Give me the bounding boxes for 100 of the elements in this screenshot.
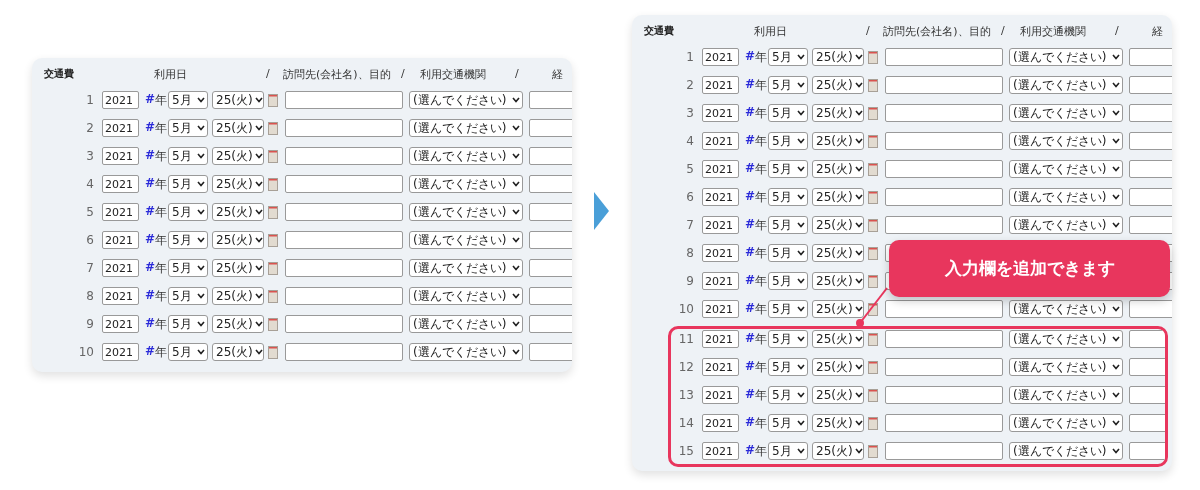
destination-field[interactable] [885, 386, 1003, 404]
calendar-icon[interactable] [268, 317, 278, 331]
text-field[interactable] [529, 231, 572, 249]
year-field[interactable]: 2021 [102, 147, 139, 165]
day-select[interactable]: 25(火) [812, 300, 864, 318]
year-field[interactable]: 2021 [702, 76, 739, 94]
month-select[interactable]: 5月 [768, 188, 808, 206]
year-field[interactable]: 2021 [702, 386, 739, 404]
destination-field[interactable] [285, 119, 403, 137]
destination-field[interactable] [885, 76, 1003, 94]
year-field[interactable]: 2021 [102, 203, 139, 221]
calendar-icon[interactable] [268, 121, 278, 135]
year-field[interactable]: 2021 [702, 132, 739, 150]
year-field[interactable]: 2021 [102, 343, 139, 361]
month-select[interactable]: 5月 [768, 244, 808, 262]
month-select[interactable]: 5月 [168, 119, 208, 137]
year-field[interactable]: 2021 [702, 442, 739, 460]
transport-select[interactable]: (選んでください) [409, 231, 523, 249]
day-select[interactable]: 25(火) [212, 119, 264, 137]
text-field[interactable] [529, 203, 572, 221]
destination-field[interactable] [885, 216, 1003, 234]
transport-select[interactable]: (選んでください) [409, 119, 523, 137]
day-select[interactable]: 25(火) [812, 244, 864, 262]
text-field[interactable] [1129, 160, 1172, 178]
calendar-icon[interactable] [868, 302, 878, 316]
calendar-icon[interactable] [268, 149, 278, 163]
year-field[interactable]: 2021 [702, 104, 739, 122]
month-select[interactable]: 5月 [768, 272, 808, 290]
text-field[interactable] [529, 259, 572, 277]
month-select[interactable]: 5月 [768, 330, 808, 348]
destination-field[interactable] [285, 343, 403, 361]
year-field[interactable]: 2021 [102, 119, 139, 137]
year-field[interactable]: 2021 [702, 188, 739, 206]
day-select[interactable]: 25(火) [812, 272, 864, 290]
year-field[interactable]: 2021 [702, 48, 739, 66]
destination-field[interactable] [885, 160, 1003, 178]
calendar-icon[interactable] [868, 190, 878, 204]
day-select[interactable]: 25(火) [212, 287, 264, 305]
month-select[interactable]: 5月 [768, 386, 808, 404]
destination-field[interactable] [285, 287, 403, 305]
day-select[interactable]: 25(火) [212, 91, 264, 109]
calendar-icon[interactable] [268, 289, 278, 303]
day-select[interactable]: 25(火) [812, 160, 864, 178]
day-select[interactable]: 25(火) [212, 231, 264, 249]
month-select[interactable]: 5月 [768, 104, 808, 122]
calendar-icon[interactable] [268, 205, 278, 219]
calendar-icon[interactable] [868, 360, 878, 374]
transport-select[interactable]: (選んでください) [409, 287, 523, 305]
transport-select[interactable]: (選んでください) [1009, 76, 1123, 94]
day-select[interactable]: 25(火) [812, 442, 864, 460]
calendar-icon[interactable] [868, 416, 878, 430]
day-select[interactable]: 25(火) [212, 147, 264, 165]
year-field[interactable]: 2021 [102, 175, 139, 193]
text-field[interactable] [1129, 48, 1172, 66]
calendar-icon[interactable] [268, 93, 278, 107]
day-select[interactable]: 25(火) [812, 76, 864, 94]
calendar-icon[interactable] [868, 246, 878, 260]
day-select[interactable]: 25(火) [212, 175, 264, 193]
transport-select[interactable]: (選んでください) [1009, 132, 1123, 150]
destination-field[interactable] [885, 300, 1003, 318]
calendar-icon[interactable] [868, 78, 878, 92]
transport-select[interactable]: (選んでください) [409, 343, 523, 361]
text-field[interactable] [529, 175, 572, 193]
text-field[interactable] [1129, 104, 1172, 122]
year-field[interactable]: 2021 [702, 330, 739, 348]
day-select[interactable]: 25(火) [812, 216, 864, 234]
calendar-icon[interactable] [868, 332, 878, 346]
month-select[interactable]: 5月 [168, 147, 208, 165]
text-field[interactable] [1129, 132, 1172, 150]
day-select[interactable]: 25(火) [212, 315, 264, 333]
year-field[interactable]: 2021 [102, 231, 139, 249]
text-field[interactable] [529, 287, 572, 305]
month-select[interactable]: 5月 [768, 48, 808, 66]
calendar-icon[interactable] [868, 388, 878, 402]
year-field[interactable]: 2021 [702, 160, 739, 178]
month-select[interactable]: 5月 [768, 358, 808, 376]
day-select[interactable]: 25(火) [812, 330, 864, 348]
month-select[interactable]: 5月 [768, 216, 808, 234]
month-select[interactable]: 5月 [768, 414, 808, 432]
text-field[interactable] [529, 119, 572, 137]
calendar-icon[interactable] [868, 162, 878, 176]
calendar-icon[interactable] [868, 274, 878, 288]
calendar-icon[interactable] [868, 134, 878, 148]
year-field[interactable]: 2021 [702, 414, 739, 432]
day-select[interactable]: 25(火) [812, 48, 864, 66]
destination-field[interactable] [285, 91, 403, 109]
year-field[interactable]: 2021 [102, 315, 139, 333]
text-field[interactable] [1129, 188, 1172, 206]
day-select[interactable]: 25(火) [212, 343, 264, 361]
year-field[interactable]: 2021 [102, 91, 139, 109]
destination-field[interactable] [285, 203, 403, 221]
calendar-icon[interactable] [268, 261, 278, 275]
day-select[interactable]: 25(火) [812, 358, 864, 376]
year-field[interactable]: 2021 [102, 259, 139, 277]
transport-select[interactable]: (選んでください) [1009, 442, 1123, 460]
calendar-icon[interactable] [868, 444, 878, 458]
transport-select[interactable]: (選んでください) [1009, 104, 1123, 122]
month-select[interactable]: 5月 [168, 287, 208, 305]
day-select[interactable]: 25(火) [212, 259, 264, 277]
day-select[interactable]: 25(火) [812, 188, 864, 206]
